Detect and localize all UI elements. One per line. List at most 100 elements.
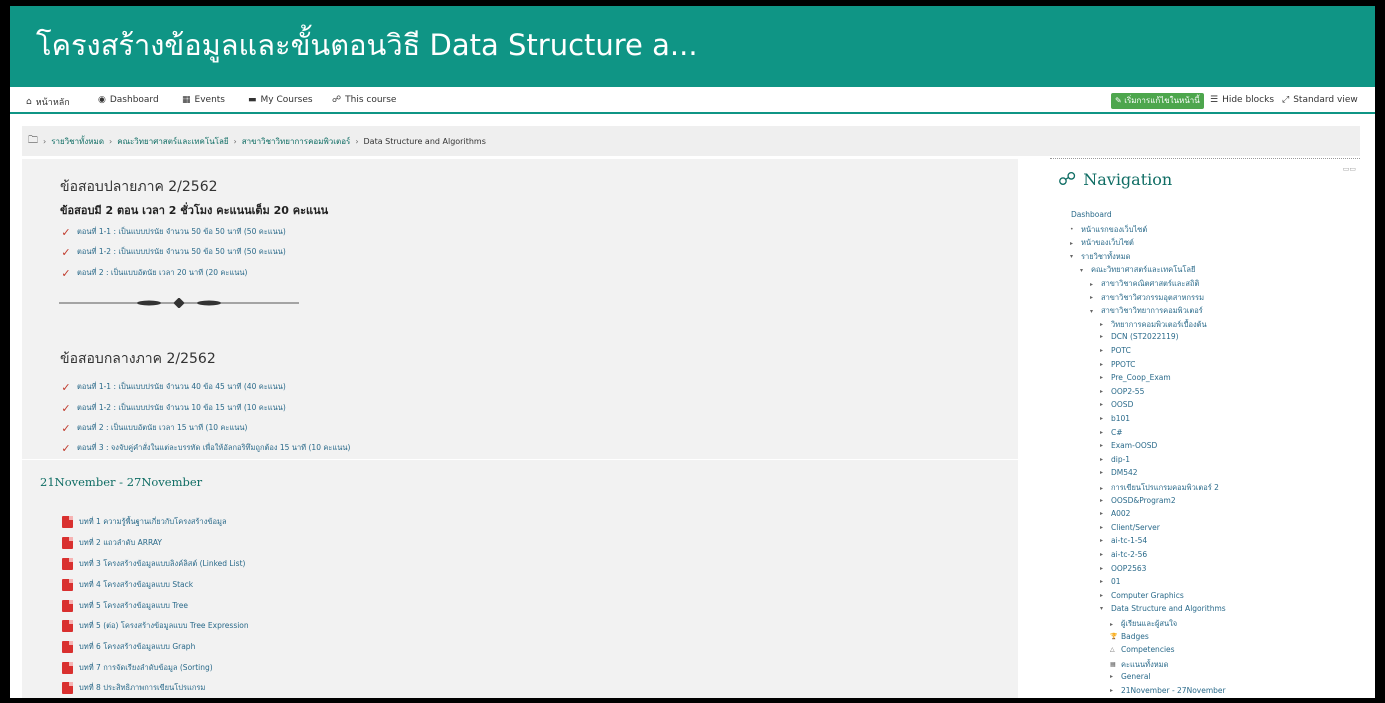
file-link[interactable]: บทที่ 3 โครงสร้างข้อมูลแบบลิงค์ลิสต์ (Li… xyxy=(62,558,245,570)
file-link[interactable]: บทที่ 2 แถวลำดับ ARRAY xyxy=(62,537,162,549)
file-link[interactable]: บทที่ 5 (ต่อ) โครงสร้างข้อมูลแบบ Tree Ex… xyxy=(62,620,249,632)
nav-tree-item[interactable]: ▸ Exam-OOSD xyxy=(1100,441,1157,450)
nav-tree-item[interactable]: ▸ 21November - 27November xyxy=(1110,686,1226,695)
file-link-label: บทที่ 1 ความรู้พื้นฐานเกี่ยวกับโครงสร้าง… xyxy=(79,517,227,526)
nav-tree-item[interactable]: ▸ Client/Server xyxy=(1100,523,1160,532)
nav-this-course[interactable]: ☍ This course xyxy=(332,95,396,105)
quiz-link[interactable]: ✓ ตอนที่ 1-1 : เป็นแบบปรนัย จำนวน 50 ข้อ… xyxy=(60,226,285,239)
breadcrumb-item-all-courses[interactable]: รายวิชาทั้งหมด xyxy=(51,135,104,148)
nav-tree-item[interactable]: • หน้าแรกของเว็บไซต์ xyxy=(1070,224,1147,236)
nav-tree-item[interactable]: ▸ วิทยาการคอมพิวเตอร์เบื้องต้น xyxy=(1100,319,1207,331)
hide-blocks-toggle[interactable]: ☰ Hide blocks xyxy=(1210,95,1274,105)
quiz-link[interactable]: ✓ ตอนที่ 2 : เป็นแบบอัตนัย เวลา 20 นาที … xyxy=(60,267,247,280)
standard-view-toggle[interactable]: ⤢ Standard view xyxy=(1282,95,1358,105)
nav-home[interactable]: ⌂ หน้าหลัก xyxy=(26,95,70,109)
exam-section: ข้อสอบปลายภาค 2/2562 ข้อสอบมี 2 ตอน เวลา… xyxy=(22,159,1018,459)
nav-tree-item-label: General xyxy=(1121,672,1151,682)
quiz-link[interactable]: ✓ ตอนที่ 1-2 : เป็นแบบปรนัย จำนวน 50 ข้อ… xyxy=(60,246,286,259)
breadcrumb-item-department[interactable]: สาขาวิชาวิทยาการคอมพิวเตอร์ xyxy=(242,135,351,148)
nav-this-course-label: This course xyxy=(345,95,397,105)
nav-tree-item[interactable]: ▸ DM542 xyxy=(1100,468,1138,477)
nav-tree-item[interactable]: ▸ dip-1 xyxy=(1100,455,1130,464)
hide-blocks-label: Hide blocks xyxy=(1222,95,1275,105)
tree-marker-icon: ▾ xyxy=(1100,605,1104,613)
breadcrumb-item-current: Data Structure and Algorithms xyxy=(363,136,486,146)
nav-tree-item[interactable]: ▸ General xyxy=(1110,672,1151,681)
nav-tree-item[interactable]: ▸ ai-tc-2-56 xyxy=(1100,550,1147,559)
nav-tree-item[interactable]: ▸ b101 xyxy=(1100,414,1130,423)
nav-tree-item-label: OOP2563 xyxy=(1111,563,1147,573)
nav-tree-item-label: OOP2-55 xyxy=(1111,386,1145,396)
nav-tree-item[interactable]: ▾ สาขาวิชาวิทยาการคอมพิวเตอร์ xyxy=(1090,305,1203,317)
file-link[interactable]: บทที่ 6 โครงสร้างข้อมูลแบบ Graph xyxy=(62,641,195,653)
nav-tree-item[interactable]: ▾ คณะวิทยาศาสตร์และเทคโนโลยี xyxy=(1080,264,1195,276)
nav-tree-item-label: dip-1 xyxy=(1111,454,1131,464)
navigation-block: ▭▭ ☍ Navigation Dashboard • หน้าแรกของเว็บ… xyxy=(1050,158,1360,698)
file-link[interactable]: บทที่ 8 ประสิทธิภาพการเขียนโปรแกรม xyxy=(62,682,205,694)
nav-tree-item[interactable]: ▦ คะแนนทั้งหมด xyxy=(1110,659,1169,671)
nav-tree-item[interactable]: ▸ C# xyxy=(1100,428,1123,437)
week-title[interactable]: 21November - 27November xyxy=(40,475,202,489)
nav-tree-item[interactable]: ▸ Pre_Coop_Exam xyxy=(1100,373,1171,382)
quiz-link[interactable]: ✓ ตอนที่ 2 : เป็นแบบอัตนัย เวลา 15 นาที … xyxy=(60,422,248,435)
nav-tree-item[interactable]: ▸ การเขียนโปรแกรมคอมพิวเตอร์ 2 xyxy=(1100,482,1219,494)
breadcrumb-item-faculty[interactable]: คณะวิทยาศาสตร์และเทคโนโลยี xyxy=(117,135,228,148)
quiz-link-label: ตอนที่ 2 : เป็นแบบอัตนัย เวลา 15 นาที (1… xyxy=(77,423,248,432)
pdf-icon xyxy=(62,620,73,632)
week-section: 21November - 27November บทที่ 1 ความรู้พ… xyxy=(22,460,1018,698)
nav-tree-item[interactable]: ▾ รายวิชาทั้งหมด xyxy=(1070,251,1131,263)
nav-tree-item[interactable]: ▸ ผู้เรียนและผู้สนใจ xyxy=(1110,618,1177,630)
tree-marker-icon: ▸ xyxy=(1100,415,1104,422)
tree-marker-icon: ▸ xyxy=(1100,551,1104,558)
nav-tree-item[interactable]: ▸ A002 xyxy=(1100,509,1130,518)
nav-tree-item-label: 01 xyxy=(1111,577,1121,587)
hide-blocks-icon: ☰ xyxy=(1210,95,1219,105)
nav-tree-item[interactable]: ▸ ai-tc-1-54 xyxy=(1100,536,1147,545)
nav-tree-item[interactable]: ▸ สาขาวิชาคณิตศาสตร์และสถิติ xyxy=(1090,278,1199,290)
nav-tree-item[interactable]: ▸ OOSD xyxy=(1100,400,1133,409)
tree-marker-icon: ▸ xyxy=(1100,537,1104,545)
pdf-icon xyxy=(62,662,73,674)
quiz-link[interactable]: ✓ ตอนที่ 1-2 : เป็นแบบปรนัย จำนวน 10 ข้อ… xyxy=(60,402,285,415)
nav-tree-item-label: การเขียนโปรแกรมคอมพิวเตอร์ 2 xyxy=(1111,483,1219,492)
nav-tree-item[interactable]: ▸ Computer Graphics xyxy=(1100,591,1184,600)
nav-tree-item-label: สาขาวิชาวิศวกรรมอุตสาหกรรม xyxy=(1101,292,1205,302)
tree-marker-icon: ▸ xyxy=(1100,347,1104,354)
navigation-title-label: Navigation xyxy=(1083,170,1173,189)
nav-tree-item-label: Exam-OOSD xyxy=(1111,441,1158,451)
calendar-icon: ▦ xyxy=(182,95,191,105)
block-controls-icon[interactable]: ▭▭ xyxy=(1343,165,1356,173)
nav-tree-item[interactable]: 🏆 Badges xyxy=(1110,632,1149,641)
file-link[interactable]: บทที่ 4 โครงสร้างข้อมูลแบบ Stack xyxy=(62,579,193,591)
file-link[interactable]: บทที่ 1 ความรู้พื้นฐานเกี่ยวกับโครงสร้าง… xyxy=(62,516,227,528)
turn-editing-on-button[interactable]: ✎ เริ่มการแก้ไขในหน้านี้ xyxy=(1111,93,1204,109)
tree-marker-icon: ▸ xyxy=(1100,360,1104,368)
nav-events[interactable]: ▦ Events xyxy=(182,95,225,105)
quiz-link-label: ตอนที่ 1-2 : เป็นแบบปรนัย จำนวน 50 ข้อ 5… xyxy=(77,247,286,256)
tree-marker-icon: ▸ xyxy=(1100,469,1104,477)
nav-tree-item[interactable]: ▾ Data Structure and Algorithms xyxy=(1100,604,1226,613)
nav-tree-item-label: 21November - 27November xyxy=(1121,686,1226,695)
tree-marker-icon: ▸ xyxy=(1100,455,1104,463)
nav-tree-item[interactable]: ▸ DCN (ST2022119) xyxy=(1100,332,1179,341)
quiz-link[interactable]: ✓ ตอนที่ 3 : จงจับคู่คำสั่งในแต่ละบรรทัด… xyxy=(60,442,350,455)
nav-tree-item[interactable]: ▸ OOSD&Program2 xyxy=(1100,496,1176,505)
quiz-link[interactable]: ✓ ตอนที่ 1-1 : เป็นแบบปรนัย จำนวน 40 ข้อ… xyxy=(60,380,285,394)
nav-tree-item[interactable]: ▸ สาขาวิชาวิศวกรรมอุตสาหกรรม xyxy=(1090,292,1204,304)
quiz-icon: ✓ xyxy=(61,380,71,394)
nav-dashboard[interactable]: ◉ Dashboard xyxy=(98,95,159,105)
nav-tree-item[interactable]: ▸ OOP2563 xyxy=(1100,564,1146,573)
nav-tree-item[interactable]: ▸ หน้าของเว็บไซต์ xyxy=(1070,237,1134,249)
nav-tree-item[interactable]: Dashboard xyxy=(1060,210,1112,219)
nav-tree-item[interactable]: ▸ POTC xyxy=(1100,346,1131,355)
nav-my-courses[interactable]: ▬ My Courses xyxy=(248,95,313,105)
nav-tree-item[interactable]: △ Competencies xyxy=(1110,645,1175,654)
nav-tree-item-label: หน้าของเว็บไซต์ xyxy=(1081,238,1134,248)
edit-icon: ✎ xyxy=(1115,96,1122,105)
nav-tree-item[interactable]: ▸ PPOTC xyxy=(1100,360,1135,369)
file-link[interactable]: บทที่ 7 การจัดเรียงลำดับข้อมูล (Sorting) xyxy=(62,662,213,674)
file-link-label: บทที่ 3 โครงสร้างข้อมูลแบบลิงค์ลิสต์ (Li… xyxy=(79,559,246,568)
nav-tree-item[interactable]: ▸ OOP2-55 xyxy=(1100,387,1144,396)
nav-tree-item[interactable]: ▸ 01 xyxy=(1100,577,1121,586)
file-link[interactable]: บทที่ 5 โครงสร้างข้อมูลแบบ Tree xyxy=(62,600,188,612)
